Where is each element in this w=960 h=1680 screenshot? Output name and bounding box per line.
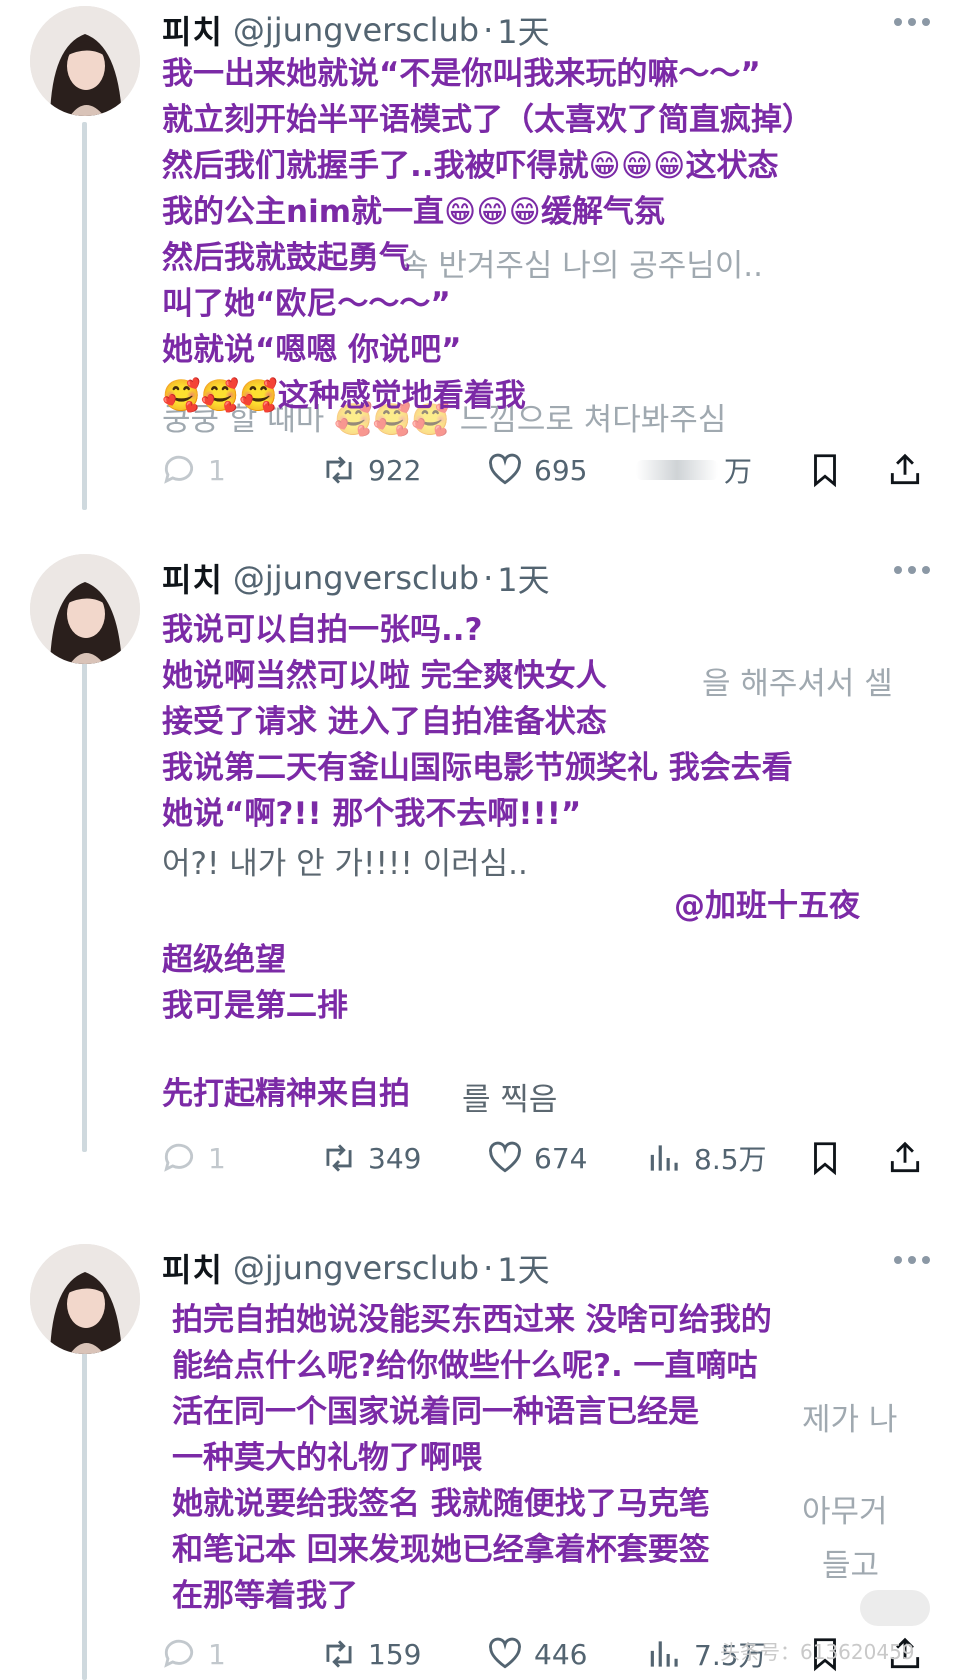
translation-line: 我说第二天有釜山国际电影节颁奖礼 我会去看 xyxy=(162,750,793,786)
translation-line: 然后我就鼓起勇气 xyxy=(162,240,410,276)
tweet-text: 拍完自拍她说没能买东西过来 没啥可给我的 能给点什么呢?给你做些什么呢?. 一直… xyxy=(162,1294,920,1616)
avatar[interactable] xyxy=(30,1244,140,1354)
reply-button[interactable]: 1 xyxy=(160,446,226,494)
reply-count: 1 xyxy=(208,1637,226,1671)
translation-line: 她就说要给我签名 我就随便找了马克笔 xyxy=(172,1486,710,1522)
watermark-text: 头条号：613620459 xyxy=(720,1640,915,1664)
views-count: 8.5万 xyxy=(694,1143,767,1176)
share-button[interactable] xyxy=(886,446,934,494)
more-icon[interactable] xyxy=(894,1256,930,1266)
like-count: 674 xyxy=(534,1141,588,1175)
bookmark-icon xyxy=(814,1142,836,1176)
more-icon[interactable] xyxy=(894,566,930,576)
tweet-actions: 1 922 695 万 xyxy=(160,446,930,494)
timestamp[interactable]: 1天 xyxy=(497,1245,549,1291)
display-name[interactable]: 피치 xyxy=(162,7,223,53)
views-icon xyxy=(650,1145,678,1171)
timestamp[interactable]: 1天 xyxy=(497,7,549,53)
display-name[interactable]: 피치 xyxy=(162,555,223,601)
bookmark-icon xyxy=(814,454,836,488)
retweet-button[interactable]: 349 xyxy=(320,1134,421,1182)
translation-line: 接受了请求 进入了自拍准备状态 xyxy=(162,704,607,740)
more-icon[interactable] xyxy=(894,18,930,28)
translation-line: 她说“啊?!! 那个我不去啊!!!” xyxy=(162,796,582,832)
translation-line: 叫了她“欧尼～～～” xyxy=(162,286,451,322)
translation-line: 一种莫大的礼物了啊喂 xyxy=(172,1440,482,1476)
translation-line: 能给点什么呢?给你做些什么呢?. 一直嘀咕 xyxy=(172,1348,758,1384)
translation-line: 我一出来她就说“不是你叫我来玩的嘛～～” xyxy=(162,56,761,92)
translation-line: 拍完自拍她说没能买东西过来 没啥可给我的 xyxy=(172,1302,772,1338)
like-button[interactable]: 695 xyxy=(486,446,587,494)
tweet-header: 피치 @jjungversclub · 1天 xyxy=(162,1244,550,1292)
views-button[interactable]: 万 xyxy=(636,446,752,494)
reply-icon xyxy=(164,1639,194,1668)
tweet-header: 피치 @jjungversclub · 1天 xyxy=(162,554,550,602)
timestamp[interactable]: 1天 xyxy=(497,555,549,601)
user-handle[interactable]: @jjungversclub xyxy=(233,1249,479,1287)
views-icon xyxy=(650,1641,678,1667)
avatar[interactable] xyxy=(30,6,140,116)
like-count: 695 xyxy=(534,453,588,487)
translation-line: 我的公主nim就一直😁😁😁缓解气氛 xyxy=(162,194,665,230)
translation-line: 我可是第二排 xyxy=(162,988,348,1024)
reply-icon xyxy=(164,455,194,484)
translation-line: 活在同一个国家说着同一种语言已经是 xyxy=(172,1394,699,1430)
original-korean-text: 어?! 내가 안 가!!!! 이러심.. xyxy=(162,846,528,882)
tweet-text: 我一出来她就说“不是你叫我来玩的嘛～～” 就立刻开始半平语模式了（太喜欢了简直疯… xyxy=(162,48,920,438)
share-icon xyxy=(890,1141,920,1173)
translation-line: 🥰🥰🥰这种感觉地看着我 xyxy=(162,378,526,414)
translation-line: 超级绝望 xyxy=(162,942,286,978)
translation-line: 她说啊当然可以啦 完全爽快女人 xyxy=(162,658,607,694)
watermark-logo xyxy=(860,1590,930,1626)
tweet[interactable]: 피치 @jjungversclub · 1天 拍完自拍她说没能买东西过来 没啥可… xyxy=(0,1238,960,1680)
avatar[interactable] xyxy=(30,554,140,664)
blurred-views xyxy=(636,460,718,480)
bookmark-button[interactable] xyxy=(806,446,854,494)
retweet-button[interactable]: 922 xyxy=(320,446,421,494)
retweet-count: 159 xyxy=(368,1637,422,1671)
tweet-header: 피치 @jjungversclub · 1天 xyxy=(162,6,550,54)
retweet-icon xyxy=(326,1640,352,1668)
credit-tag: @加班十五夜 xyxy=(674,888,860,924)
translation-line: 就立刻开始半平语模式了（太喜欢了简直疯掉） xyxy=(162,102,813,138)
like-icon xyxy=(489,453,521,485)
reply-count: 1 xyxy=(208,1141,226,1175)
translation-line: 她就说“嗯嗯 你说吧” xyxy=(162,332,462,368)
user-handle[interactable]: @jjungversclub xyxy=(233,11,479,49)
reply-count: 1 xyxy=(208,453,226,487)
translation-line: 在那等着我了 xyxy=(172,1578,358,1614)
views-count: 万 xyxy=(724,455,753,488)
translation-line: 先打起精神来自拍 xyxy=(162,1076,410,1112)
like-count: 446 xyxy=(534,1637,588,1671)
retweet-count: 922 xyxy=(368,453,422,487)
retweet-icon xyxy=(326,1144,352,1172)
like-icon xyxy=(489,1637,521,1669)
reply-button[interactable]: 1 xyxy=(160,1630,226,1678)
tweet-text: 我说可以自拍一张吗..? 을 해주셔서 셀 她说啊当然可以啦 完全爽快女人 接受了… xyxy=(162,604,920,1118)
tweet[interactable]: 피치 @jjungversclub · 1天 我一出来她就说“不是你叫我来玩的嘛… xyxy=(0,0,960,510)
translation-line: 和笔记本 回来发现她已经拿着杯套要签 xyxy=(172,1532,710,1568)
tweet[interactable]: 피치 @jjungversclub · 1天 我说可以自拍一张吗..? 을 해주… xyxy=(0,548,960,1188)
translation-line: 我说可以自拍一张吗..? xyxy=(162,612,483,648)
display-name[interactable]: 피치 xyxy=(162,1245,223,1291)
tweet-actions: 1 349 674 8.5万 xyxy=(160,1134,930,1182)
like-icon xyxy=(489,1141,521,1173)
share-button[interactable] xyxy=(886,1134,934,1182)
bookmark-button[interactable] xyxy=(806,1134,854,1182)
retweet-icon xyxy=(326,456,352,484)
share-icon xyxy=(890,453,920,485)
retweet-button[interactable]: 159 xyxy=(320,1630,421,1678)
reply-icon xyxy=(164,1143,194,1172)
reply-button[interactable]: 1 xyxy=(160,1134,226,1182)
views-button[interactable]: 8.5万 xyxy=(646,1134,767,1182)
user-handle[interactable]: @jjungversclub xyxy=(233,559,479,597)
retweet-count: 349 xyxy=(368,1141,422,1175)
like-button[interactable]: 674 xyxy=(486,1134,587,1182)
original-korean-text: 를 찍음 xyxy=(462,1082,558,1118)
translation-line: 然后我们就握手了..我被吓得就😁😁😁这状态 xyxy=(162,148,779,184)
like-button[interactable]: 446 xyxy=(486,1630,587,1678)
